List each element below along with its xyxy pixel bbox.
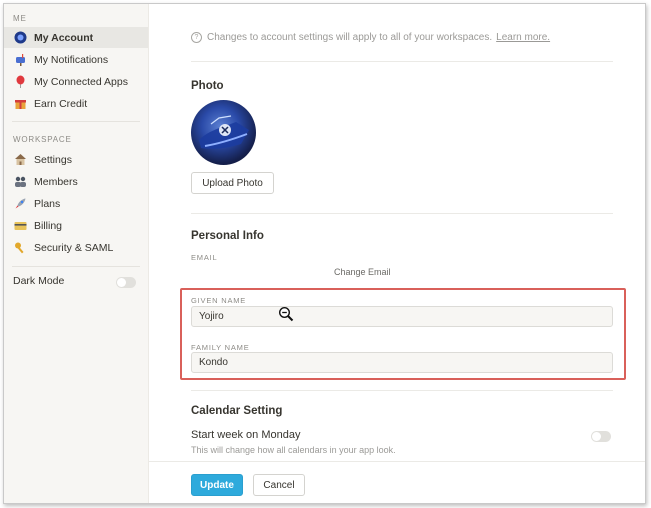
house-icon (13, 153, 27, 167)
start-week-label: Start week on Monday (191, 429, 301, 441)
sidebar-item-label: Settings (34, 153, 72, 166)
given-name-label: GIVEN NAME (191, 296, 247, 305)
sidebar-item-members[interactable]: Members (4, 171, 148, 192)
mailbox-icon (13, 53, 27, 67)
settings-notice: ? Changes to account settings will apply… (191, 32, 550, 43)
start-week-monday-toggle[interactable] (591, 431, 611, 442)
learn-more-link[interactable]: Learn more. (496, 32, 550, 43)
sidebar-divider (12, 266, 140, 267)
sidebar-item-label: Security & SAML (34, 241, 114, 254)
family-name-label: FAMILY NAME (191, 343, 250, 352)
personal-info-heading: Personal Info (191, 230, 264, 242)
sidebar-item-label: My Account (34, 31, 94, 44)
section-divider (191, 61, 613, 62)
gift-icon (13, 97, 27, 111)
upload-photo-button[interactable]: Upload Photo (191, 172, 274, 194)
balloon-icon (13, 75, 27, 89)
start-week-description: This will change how all calendars in yo… (191, 445, 396, 455)
footer-bar: Update Cancel (149, 461, 645, 503)
sidebar-item-label: Earn Credit (34, 97, 88, 110)
sidebar-item-security-saml[interactable]: Security & SAML (4, 237, 148, 258)
sidebar-item-earn-credit[interactable]: Earn Credit (4, 93, 148, 114)
photo-heading: Photo (191, 80, 224, 92)
calendar-setting-heading: Calendar Setting (191, 405, 283, 417)
sidebar-item-settings[interactable]: Settings (4, 149, 148, 170)
main-panel: ? Changes to account settings will apply… (149, 4, 645, 503)
sidebar-item-my-connected-apps[interactable]: My Connected Apps (4, 71, 148, 92)
email-label: EMAIL (191, 253, 218, 262)
given-name-input[interactable]: Yojiro (191, 306, 613, 327)
sidebar-item-plans[interactable]: Plans (4, 193, 148, 214)
user-globe-icon (13, 31, 27, 45)
sidebar-item-my-account[interactable]: My Account (4, 27, 148, 48)
dark-mode-label: Dark Mode (13, 275, 65, 287)
question-circle-icon: ? (191, 32, 202, 43)
dark-mode-toggle[interactable] (116, 277, 136, 288)
sidebar-item-label: Members (34, 175, 78, 188)
update-button[interactable]: Update (191, 474, 243, 496)
key-icon (13, 241, 27, 255)
sidebar: ME My Account My Notifications My Connec… (4, 4, 149, 503)
sidebar-section-workspace: WORKSPACE (13, 135, 72, 144)
sidebar-item-billing[interactable]: Billing (4, 215, 148, 236)
sidebar-item-label: My Connected Apps (34, 75, 128, 88)
rocket-icon (13, 197, 27, 211)
credit-card-icon (13, 219, 27, 233)
section-divider (191, 213, 613, 214)
avatar (191, 100, 256, 165)
sidebar-section-me: ME (13, 14, 27, 23)
notice-text: Changes to account settings will apply t… (207, 32, 493, 43)
section-divider (191, 390, 613, 391)
sidebar-divider (12, 121, 140, 122)
sidebar-item-my-notifications[interactable]: My Notifications (4, 49, 148, 70)
zoom-out-cursor-icon (278, 306, 294, 322)
people-icon (13, 175, 27, 189)
sidebar-item-label: Billing (34, 219, 63, 232)
cancel-button[interactable]: Cancel (253, 474, 305, 496)
settings-window: ME My Account My Notifications My Connec… (3, 3, 646, 504)
change-email-link[interactable]: Change Email (334, 267, 391, 277)
family-name-input[interactable]: Kondo (191, 352, 613, 373)
sidebar-item-label: My Notifications (34, 53, 109, 66)
sidebar-item-label: Plans (34, 197, 61, 210)
